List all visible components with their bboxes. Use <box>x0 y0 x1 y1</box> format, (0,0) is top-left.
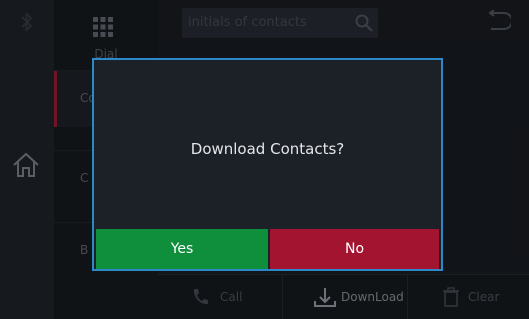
dialog-message: Download Contacts? <box>190 140 345 158</box>
yes-button-label: Yes <box>170 241 194 257</box>
download-contacts-dialog: Download Contacts? Yes No <box>92 58 443 271</box>
no-button[interactable]: No <box>270 229 439 269</box>
screen: Dial Co C B initials of contacts Call Do… <box>0 0 529 319</box>
yes-button[interactable]: Yes <box>96 229 268 269</box>
no-button-label: No <box>344 241 365 257</box>
